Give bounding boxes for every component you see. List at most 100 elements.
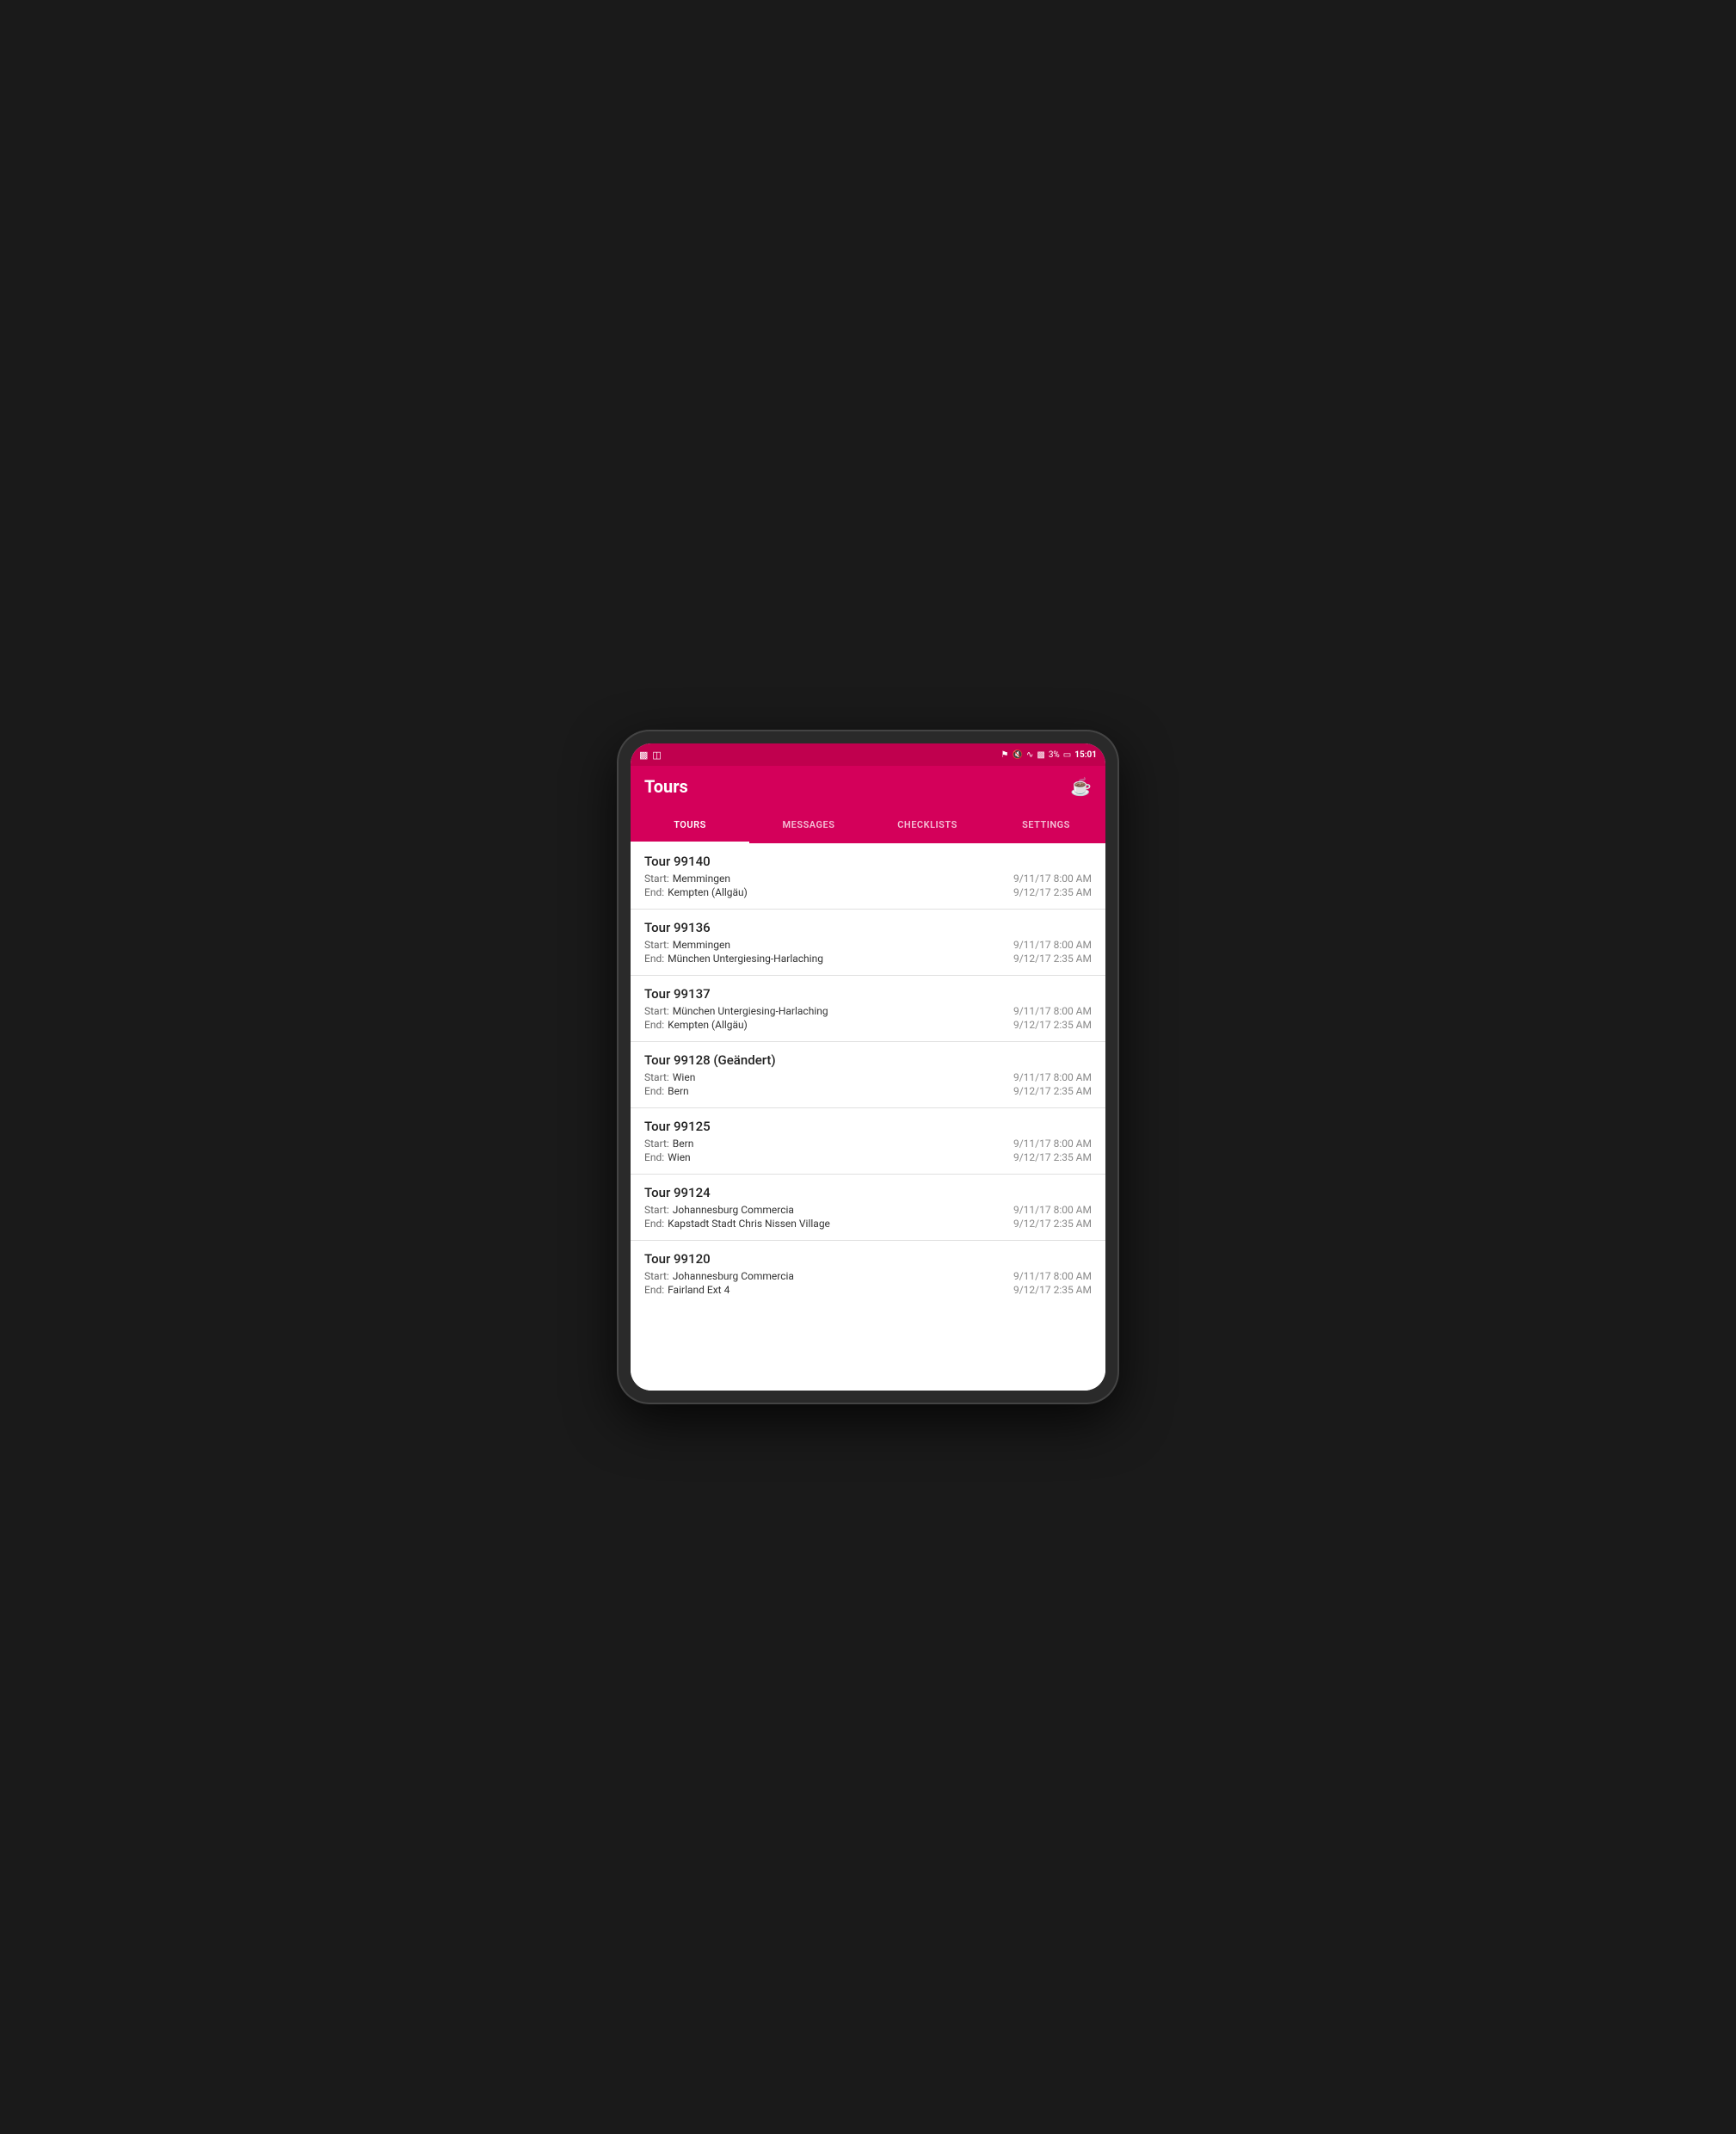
tour-end-left: End: Kapstadt Stadt Chris Nissen Village [644, 1218, 830, 1230]
tour-end-row: End: Bern 9/12/17 2:35 AM [644, 1085, 1092, 1097]
tour-start-row: Start: Memmingen 9/11/17 8:00 AM [644, 939, 1092, 951]
start-date: 9/11/17 8:00 AM [1013, 1071, 1092, 1083]
tour-item[interactable]: Tour 99128 (Geändert) Start: Wien 9/11/1… [631, 1042, 1105, 1108]
tour-start-left: Start: Memmingen [644, 873, 730, 885]
tab-checklists[interactable]: CHECKLISTS [868, 807, 987, 843]
tour-start-left: Start: München Untergiesing-Harlaching [644, 1005, 828, 1017]
start-location: Bern [673, 1138, 694, 1150]
tour-name: Tour 99137 [644, 986, 1092, 1002]
device-frame: ▩ ◫ ⚑ 🔇 ∿ ▩ 3% ▭ 15:01 Tours ☕ TOURS MES… [619, 731, 1117, 1403]
end-date: 9/12/17 2:35 AM [1013, 1284, 1092, 1296]
end-location: Kempten (Allgäu) [668, 1019, 748, 1031]
tour-name: Tour 99128 (Geändert) [644, 1052, 1092, 1068]
tab-messages[interactable]: MESSAGES [749, 807, 868, 843]
tour-name: Tour 99120 [644, 1251, 1092, 1267]
start-label: Start: [644, 1005, 669, 1017]
start-location: Johannesburg Commercia [673, 1270, 794, 1282]
battery-percent: 3% [1049, 750, 1060, 760]
wifi-icon: ∿ [1026, 750, 1033, 760]
start-label: Start: [644, 1071, 669, 1083]
tour-end-left: End: Kempten (Allgäu) [644, 886, 748, 898]
tour-end-row: End: Kapstadt Stadt Chris Nissen Village… [644, 1218, 1092, 1230]
tour-item[interactable]: Tour 99137 Start: München Untergiesing-H… [631, 976, 1105, 1042]
start-label: Start: [644, 939, 669, 951]
end-date: 9/12/17 2:35 AM [1013, 1085, 1092, 1097]
tour-item[interactable]: Tour 99136 Start: Memmingen 9/11/17 8:00… [631, 910, 1105, 976]
end-location: München Untergiesing-Harlaching [668, 953, 823, 965]
start-location: Memmingen [673, 873, 730, 885]
end-location: Bern [668, 1085, 689, 1097]
tour-start-row: Start: Memmingen 9/11/17 8:00 AM [644, 873, 1092, 885]
tour-end-left: End: Wien [644, 1151, 691, 1163]
end-location: Kempten (Allgäu) [668, 886, 748, 898]
end-label: End: [644, 1019, 664, 1031]
location-icon: ⚑ [1001, 750, 1009, 760]
tour-end-left: End: Kempten (Allgäu) [644, 1019, 748, 1031]
app-bar: Tours ☕ [631, 766, 1105, 807]
start-date: 9/11/17 8:00 AM [1013, 1204, 1092, 1216]
end-date: 9/12/17 2:35 AM [1013, 1218, 1092, 1230]
tour-item[interactable]: Tour 99125 Start: Bern 9/11/17 8:00 AM E… [631, 1108, 1105, 1175]
end-label: End: [644, 886, 664, 898]
tour-start-row: Start: Wien 9/11/17 8:00 AM [644, 1071, 1092, 1083]
signal-icon: ▩ [1037, 750, 1044, 760]
end-date: 9/12/17 2:35 AM [1013, 1019, 1092, 1031]
end-location: Kapstadt Stadt Chris Nissen Village [668, 1218, 830, 1230]
tour-item[interactable]: Tour 99120 Start: Johannesburg Commercia… [631, 1241, 1105, 1306]
tour-start-left: Start: Bern [644, 1138, 693, 1150]
start-label: Start: [644, 1270, 669, 1282]
app-title: Tours [644, 776, 688, 797]
tour-end-row: End: München Untergiesing-Harlaching 9/1… [644, 953, 1092, 965]
tour-end-left: End: München Untergiesing-Harlaching [644, 953, 823, 965]
start-date: 9/11/17 8:00 AM [1013, 1270, 1092, 1282]
end-date: 9/12/17 2:35 AM [1013, 1151, 1092, 1163]
status-bar-right: ⚑ 🔇 ∿ ▩ 3% ▭ 15:01 [1001, 750, 1097, 760]
tour-name: Tour 99136 [644, 920, 1092, 935]
start-label: Start: [644, 873, 669, 885]
end-location: Wien [668, 1151, 691, 1163]
start-date: 9/11/17 8:00 AM [1013, 1138, 1092, 1150]
tour-item[interactable]: Tour 99140 Start: Memmingen 9/11/17 8:00… [631, 843, 1105, 910]
tour-start-left: Start: Johannesburg Commercia [644, 1204, 794, 1216]
tour-start-left: Start: Johannesburg Commercia [644, 1270, 794, 1282]
start-location: Johannesburg Commercia [673, 1204, 794, 1216]
tour-name: Tour 99124 [644, 1185, 1092, 1200]
tour-end-row: End: Kempten (Allgäu) 9/12/17 2:35 AM [644, 1019, 1092, 1031]
start-location: Memmingen [673, 939, 730, 951]
tour-start-left: Start: Wien [644, 1071, 695, 1083]
tour-start-row: Start: Johannesburg Commercia 9/11/17 8:… [644, 1270, 1092, 1282]
tour-name: Tour 99125 [644, 1119, 1092, 1134]
end-label: End: [644, 1218, 664, 1230]
status-bar: ▩ ◫ ⚑ 🔇 ∿ ▩ 3% ▭ 15:01 [631, 743, 1105, 766]
start-date: 9/11/17 8:00 AM [1013, 1005, 1092, 1017]
tour-start-left: Start: Memmingen [644, 939, 730, 951]
status-bar-left: ▩ ◫ [639, 749, 662, 761]
start-date: 9/11/17 8:00 AM [1013, 873, 1092, 885]
coffee-icon[interactable]: ☕ [1070, 776, 1092, 797]
end-date: 9/12/17 2:35 AM [1013, 886, 1092, 898]
start-location: München Untergiesing-Harlaching [673, 1005, 828, 1017]
tour-end-row: End: Fairland Ext 4 9/12/17 2:35 AM [644, 1284, 1092, 1296]
start-label: Start: [644, 1204, 669, 1216]
tour-list: Tour 99140 Start: Memmingen 9/11/17 8:00… [631, 843, 1105, 1391]
tour-end-left: End: Bern [644, 1085, 689, 1097]
end-label: End: [644, 1085, 664, 1097]
mute-icon: 🔇 [1013, 750, 1023, 760]
start-location: Wien [673, 1071, 696, 1083]
device-screen: ▩ ◫ ⚑ 🔇 ∿ ▩ 3% ▭ 15:01 Tours ☕ TOURS MES… [631, 743, 1105, 1391]
tour-start-row: Start: München Untergiesing-Harlaching 9… [644, 1005, 1092, 1017]
clock: 15:01 [1074, 750, 1097, 760]
tour-start-row: Start: Johannesburg Commercia 9/11/17 8:… [644, 1204, 1092, 1216]
tab-settings[interactable]: SETTINGS [987, 807, 1105, 843]
image-icon: ◫ [652, 749, 661, 761]
phone-icon: ▩ [639, 749, 648, 761]
tab-tours[interactable]: TOURS [631, 807, 749, 843]
tour-name: Tour 99140 [644, 854, 1092, 869]
tour-item[interactable]: Tour 99124 Start: Johannesburg Commercia… [631, 1175, 1105, 1241]
end-label: End: [644, 1151, 664, 1163]
tabs-bar: TOURS MESSAGES CHECKLISTS SETTINGS [631, 807, 1105, 843]
tour-end-row: End: Wien 9/12/17 2:35 AM [644, 1151, 1092, 1163]
battery-icon: ▭ [1063, 750, 1071, 760]
end-location: Fairland Ext 4 [668, 1284, 729, 1296]
tour-end-left: End: Fairland Ext 4 [644, 1284, 729, 1296]
